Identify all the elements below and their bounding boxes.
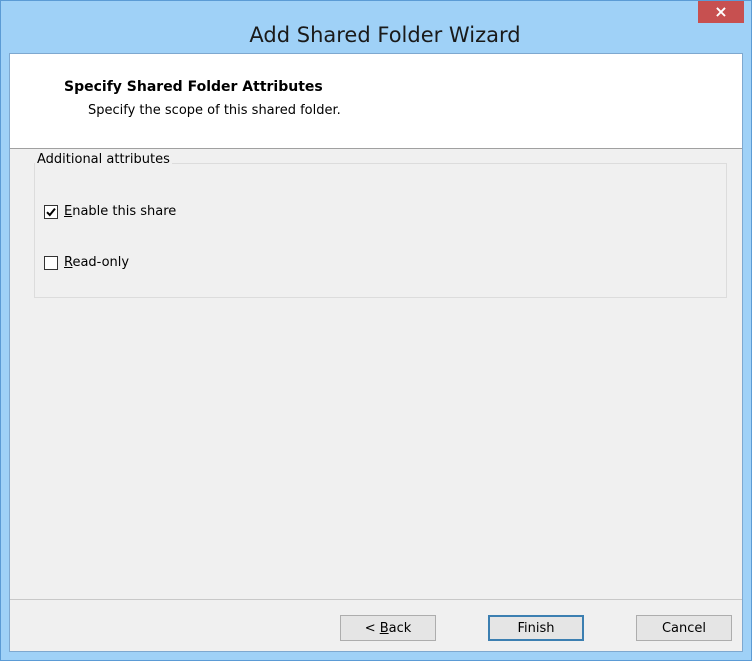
back-prefix: < [364, 620, 380, 636]
enable-share-checkbox-row[interactable]: Enable this share [44, 204, 176, 219]
page-title: Specify Shared Folder Attributes [64, 79, 323, 95]
enable-share-label-text: nable this share [72, 204, 177, 219]
enable-share-accel: E [64, 204, 73, 219]
enable-share-checkbox[interactable] [44, 204, 58, 219]
read-only-label-text: ead-only [72, 255, 130, 270]
back-button[interactable]: < Back [340, 615, 436, 641]
additional-attributes-group [34, 163, 727, 298]
back-accel: B [379, 620, 389, 636]
footer-divider [10, 599, 742, 600]
read-only-label[interactable]: Read-only [64, 255, 129, 270]
back-label-text: ack [388, 620, 412, 636]
finish-button[interactable]: Finish [488, 615, 584, 641]
group-label: Additional attributes [35, 152, 172, 167]
enable-share-label[interactable]: Enable this share [64, 204, 176, 219]
cancel-button[interactable]: Cancel [636, 615, 732, 641]
read-only-checkbox[interactable] [44, 255, 58, 270]
close-icon: × [714, 2, 728, 21]
page-subtitle: Specify the scope of this shared folder. [88, 103, 341, 118]
window-title: Add Shared Folder Wizard [249, 23, 521, 47]
read-only-checkbox-row[interactable]: Read-only [44, 255, 129, 270]
wizard-body: Specify Shared Folder Attributes Specify… [9, 53, 743, 652]
wizard-header: Specify Shared Folder Attributes Specify… [10, 54, 742, 149]
close-button[interactable]: × [698, 1, 744, 23]
finish-label: Finish [517, 620, 555, 636]
cancel-label: Cancel [661, 620, 707, 636]
wizard-window: Add Shared Folder Wizard × Specify Share… [0, 0, 752, 661]
checkmark-icon [46, 207, 56, 216]
